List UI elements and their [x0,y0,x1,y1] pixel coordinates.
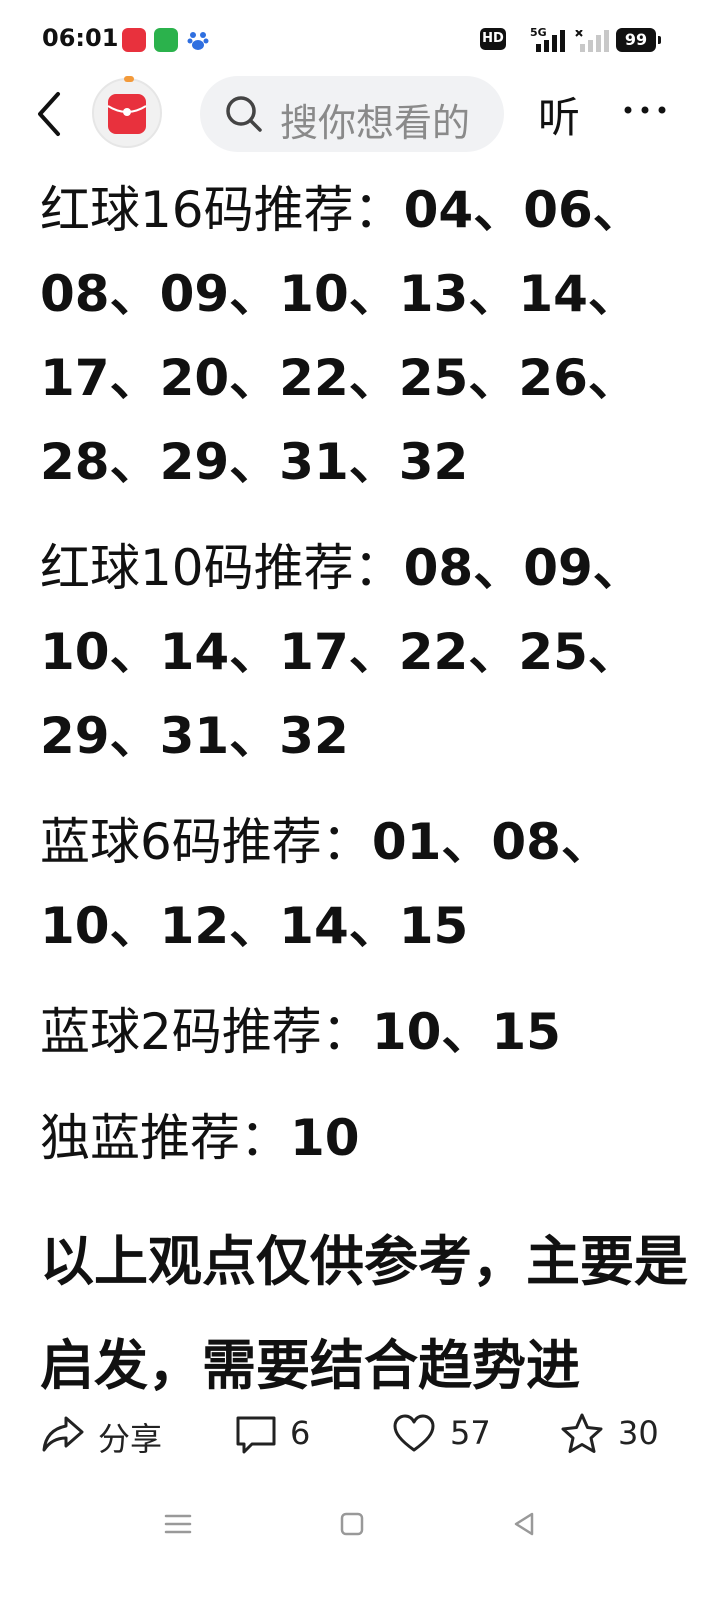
share-icon [42,1416,84,1452]
top-bar: 搜你想看的 听 [0,70,720,160]
comment-button[interactable]: 6 [234,1412,324,1456]
status-bar: 06:01 HD 5G 99 [0,0,720,80]
more-icon[interactable] [620,90,670,130]
favorite-count: 30 [618,1414,659,1452]
status-time: 06:01 [42,24,119,52]
paragraph-red-10: 红球10码推荐：08、09、10、14、17、22、25、29、31、32 [40,526,690,778]
system-nav-bar [0,1496,720,1556]
heart-icon [393,1414,435,1452]
signal-no-service-icon [575,30,609,52]
paragraph-blue-6: 蓝球6码推荐：01、08、10、12、14、15 [40,800,690,968]
back-arrow-icon[interactable] [30,88,70,140]
red-envelope-icon [107,94,147,134]
menu-icon[interactable] [162,1508,194,1540]
action-bar: 分享 6 57 30 [0,1396,720,1476]
paragraph-red-16: 红球16码推荐：04、06、08、09、10、13、14、17、20、22、25… [40,168,690,504]
paragraph-numbers: 10 [290,1109,360,1167]
search-placeholder: 搜你想看的 [280,101,471,145]
comment-icon [236,1416,276,1454]
disclaimer-text: 以上观点仅供参考，主要是启发，需要结合趋势进 [40,1230,688,1397]
search-icon [226,96,262,132]
listen-button[interactable]: 听 [538,84,580,145]
paw-app-icon [187,32,209,50]
like-count: 57 [450,1414,491,1452]
like-button[interactable]: 57 [392,1412,502,1456]
paragraph-single-blue: 独蓝推荐：10 [40,1096,690,1180]
search-bar[interactable]: 搜你想看的 [200,76,504,152]
paragraph-label: 红球16码推荐： [40,181,404,239]
share-label: 分享 [98,1420,163,1458]
battery-indicator: 99 [616,28,661,52]
account-avatar[interactable] [92,78,162,148]
paragraph-label: 蓝球2码推荐： [40,1003,372,1061]
paragraph-label: 蓝球6码推荐： [40,813,372,871]
star-icon [561,1413,603,1453]
paragraph-label: 红球10码推荐： [40,539,404,597]
article-body: 红球16码推荐：04、06、08、09、10、13、14、17、20、22、25… [40,168,690,1418]
favorite-button[interactable]: 30 [560,1412,670,1456]
home-icon[interactable] [336,1508,368,1540]
signal-icon [536,30,565,52]
paragraph-numbers: 10、15 [371,1003,561,1061]
app-notification-icon [122,28,146,52]
shield-app-icon [154,28,178,52]
comment-count: 6 [290,1414,311,1452]
paragraph-blue-2: 蓝球2码推荐：10、15 [40,990,690,1074]
notification-dot [124,76,134,82]
back-triangle-icon[interactable] [508,1508,540,1540]
share-button[interactable]: 分享 [40,1412,170,1458]
hd-voice-badge: HD [480,28,506,50]
paragraph-label: 独蓝推荐： [40,1109,290,1167]
